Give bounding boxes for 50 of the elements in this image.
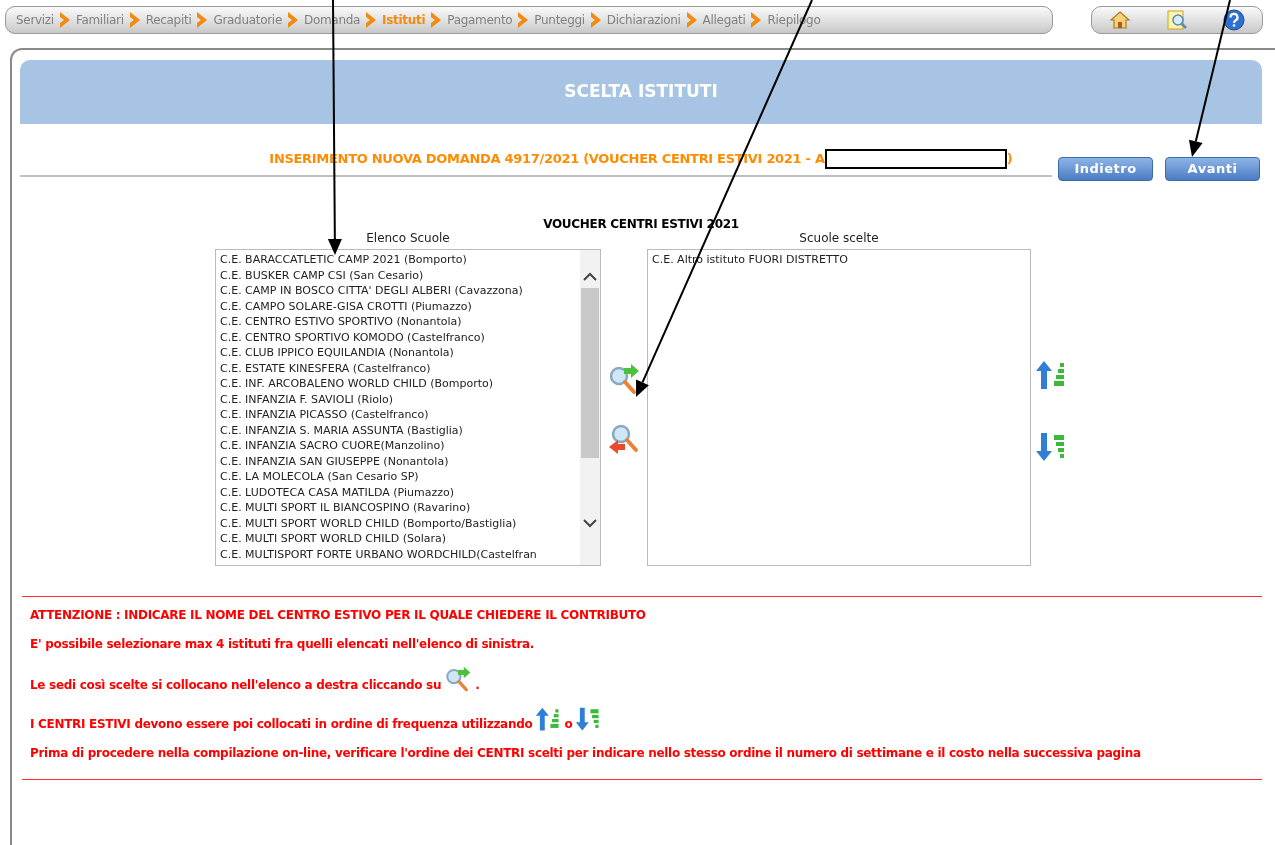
request-title-end: )	[1006, 150, 1013, 169]
document-search-icon[interactable]	[1165, 9, 1189, 31]
help-icon[interactable]	[1223, 9, 1245, 31]
list-item[interactable]: C.E. INF. ARCOBALENO WORLD CHILD (Bomporto)	[220, 376, 580, 392]
instruction-text: ATTENZIONE : INDICARE IL NOME DEL CENTRO ESTIVO PER IL QUALE CHIEDERE IL CONTRIBUTO	[30, 607, 646, 623]
page-title: SCELTA ISTITUTI	[564, 80, 718, 104]
move-down-icon	[575, 706, 602, 732]
list-item[interactable]: C.E. ESTATE KINESFERA (Castelfranco)	[220, 360, 580, 376]
scroll-down-icon[interactable]	[583, 518, 597, 528]
list-item[interactable]: C.E. MULTI SPORT WORLD CHILD (Bomporto/Bastiglia)	[220, 515, 580, 531]
list-item[interactable]: C.E. LUDOTECA CASA MATILDA (Piumazzo)	[220, 484, 580, 500]
instruction-text: Prima di procedere nella compilazione on-line, verificare l'ordine dei CENTRI scelti per indicare nello stesso ordine il numero di settimane e il costo nella successiva pagina	[30, 745, 1141, 761]
list-item[interactable]: C.E. MULTI SPORT IL BIANCOSPINO (Ravarino)	[220, 500, 580, 516]
list-label: Scuole scelte	[799, 230, 879, 247]
list-item[interactable]: C.E. INFANZIA SACRO CUORE(Manzolino)	[220, 438, 580, 454]
list-item[interactable]: C.E. CAMP IN BOSCO CITTA' DEGLI ALBERI (Cavazzona)	[220, 283, 580, 299]
list-label: Elenco Scuole	[366, 230, 450, 247]
list-item[interactable]: C.E. BARACCATLETIC CAMP 2021 (Bomporto)	[220, 252, 580, 268]
chevron-icon	[286, 11, 300, 29]
scrollbar[interactable]	[580, 250, 600, 565]
chevron-icon	[684, 11, 699, 29]
chevron-icon	[127, 11, 142, 29]
scroll-up-icon[interactable]	[583, 272, 597, 282]
scroll-thumb[interactable]	[581, 288, 599, 458]
list-item[interactable]: C.E. CENTRO ESTIVO SPORTIVO (Nonantola)	[220, 314, 580, 330]
list-item[interactable]: C.E. INFANZIA S. MARIA ASSUNTA (Bastiglia)	[220, 422, 580, 438]
home-icon[interactable]	[1109, 10, 1131, 30]
magnifier-arrow-icon[interactable]	[607, 362, 641, 396]
instruction-text: o	[564, 716, 573, 732]
instruction-text: Le sedi così scelte si collocano nell'elenco a destra cliccando su	[30, 677, 442, 693]
move-down-icon[interactable]	[1035, 431, 1067, 463]
list-item[interactable]: C.E. MULTISPORT FORTE URBANO WORDCHILD(Castelfran	[220, 546, 580, 562]
chevron-icon	[588, 11, 603, 29]
list-item[interactable]: C.E. CENTRO SPORTIVO KOMODO (Castelfranco)	[220, 329, 580, 345]
list-item[interactable]: C.E. LA MOLECOLA (San Cesario SP)	[220, 469, 580, 485]
instruction-text: .	[475, 677, 480, 693]
school-list[interactable]	[215, 249, 601, 566]
list-item[interactable]: C.E. CAMPO SOLARE-GISA CROTTI (Piumazzo)	[220, 298, 580, 314]
chevron-icon	[57, 11, 72, 29]
magnifier-arrow-icon	[444, 665, 473, 693]
instruction-text: E' possibile selezionare max 4 istituti fra quelli elencati nell'elenco di sinistra.	[30, 636, 535, 652]
instruction-text: I CENTRI ESTIVI devono essere poi collocati in ordine di frequenza utilizzando	[30, 716, 533, 732]
list-item[interactable]: C.E. MULTI SPORT WORLD CHILD (Solara)	[220, 531, 580, 547]
move-up-icon[interactable]	[1035, 359, 1067, 391]
list-item[interactable]: C.E. BUSKER CAMP CSI (San Cesario)	[220, 267, 580, 283]
move-up-icon	[535, 706, 562, 732]
list-item[interactable]: C.E. INFANZIA PICASSO (Castelfranco)	[220, 407, 580, 423]
list-item[interactable]: C.E. CLUB IPPICO EQUILANDIA (Nonantola)	[220, 345, 580, 361]
list-item[interactable]: C.E. INFANZIA F. SAVIOLI (Riolo)	[220, 391, 580, 407]
list-item[interactable]: C.E. INFANZIA SAN GIUSEPPE (Nonantola)	[220, 453, 580, 469]
